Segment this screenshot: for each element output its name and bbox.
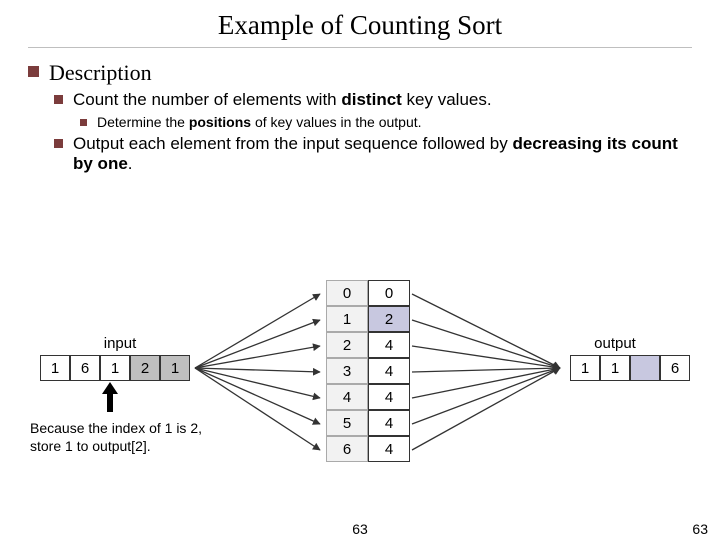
count-value: 4 — [368, 436, 410, 462]
count-value: 4 — [368, 358, 410, 384]
bullet-l2-1: Count the number of elements with distin… — [54, 90, 692, 110]
count-row: 24 — [326, 332, 410, 358]
input-array: 16121 — [40, 355, 190, 381]
count-row: 34 — [326, 358, 410, 384]
text: of key values in the output. — [251, 114, 421, 130]
caption-text: Because the index of 1 is 2, store 1 to … — [30, 420, 230, 455]
section-heading: Description — [49, 60, 152, 86]
count-value: 4 — [368, 332, 410, 358]
input-label: input — [60, 335, 180, 352]
count-row: 12 — [326, 306, 410, 332]
output-cell: 6 — [660, 355, 690, 381]
count-value: 0 — [368, 280, 410, 306]
bullet-l2-2: Output each element from the input seque… — [54, 134, 692, 174]
text: Determine the — [97, 114, 189, 130]
output-cell — [630, 355, 660, 381]
input-cell: 1 — [160, 355, 190, 381]
bold: distinct — [341, 90, 401, 109]
input-cell: 6 — [70, 355, 100, 381]
output-array: 11 6 — [570, 355, 690, 381]
bullet-text: Count the number of elements with distin… — [73, 90, 492, 110]
bullet-text: Determine the positions of key values in… — [97, 114, 422, 130]
output-label: output — [555, 335, 675, 352]
count-table: 00122434445464 — [326, 280, 410, 462]
input-cell: 1 — [40, 355, 70, 381]
square-bullet-icon — [54, 139, 63, 148]
count-row: 00 — [326, 280, 410, 306]
count-index: 0 — [326, 280, 368, 306]
count-row: 64 — [326, 436, 410, 462]
square-bullet-icon — [80, 119, 87, 126]
bullet-l1: Description — [28, 60, 692, 86]
count-index: 6 — [326, 436, 368, 462]
count-index: 5 — [326, 410, 368, 436]
square-bullet-icon — [28, 66, 39, 77]
text: . — [128, 154, 133, 173]
count-index: 3 — [326, 358, 368, 384]
output-cell: 1 — [570, 355, 600, 381]
count-value: 2 — [368, 306, 410, 332]
count-index: 2 — [326, 332, 368, 358]
diagram-area: input 16121 Because the index of 1 is 2,… — [0, 280, 720, 510]
count-index: 1 — [326, 306, 368, 332]
count-value: 4 — [368, 410, 410, 436]
input-cell: 2 — [130, 355, 160, 381]
bullet-l3-1: Determine the positions of key values in… — [80, 114, 692, 130]
page-number-center: 63 — [352, 521, 368, 537]
square-bullet-icon — [54, 95, 63, 104]
text: Output each element from the input seque… — [73, 134, 512, 153]
bullet-text: Output each element from the input seque… — [73, 134, 692, 174]
page-title: Example of Counting Sort — [28, 0, 692, 48]
text: key values. — [402, 90, 492, 109]
count-index: 4 — [326, 384, 368, 410]
input-cell: 1 — [100, 355, 130, 381]
output-cell: 1 — [600, 355, 630, 381]
page-number-right: 63 — [692, 521, 708, 537]
description-block: Description Count the number of elements… — [0, 48, 720, 174]
count-value: 4 — [368, 384, 410, 410]
text: Count the number of elements with — [73, 90, 341, 109]
count-row: 44 — [326, 384, 410, 410]
up-arrow-icon — [100, 382, 120, 412]
bold: positions — [189, 114, 251, 130]
count-row: 54 — [326, 410, 410, 436]
